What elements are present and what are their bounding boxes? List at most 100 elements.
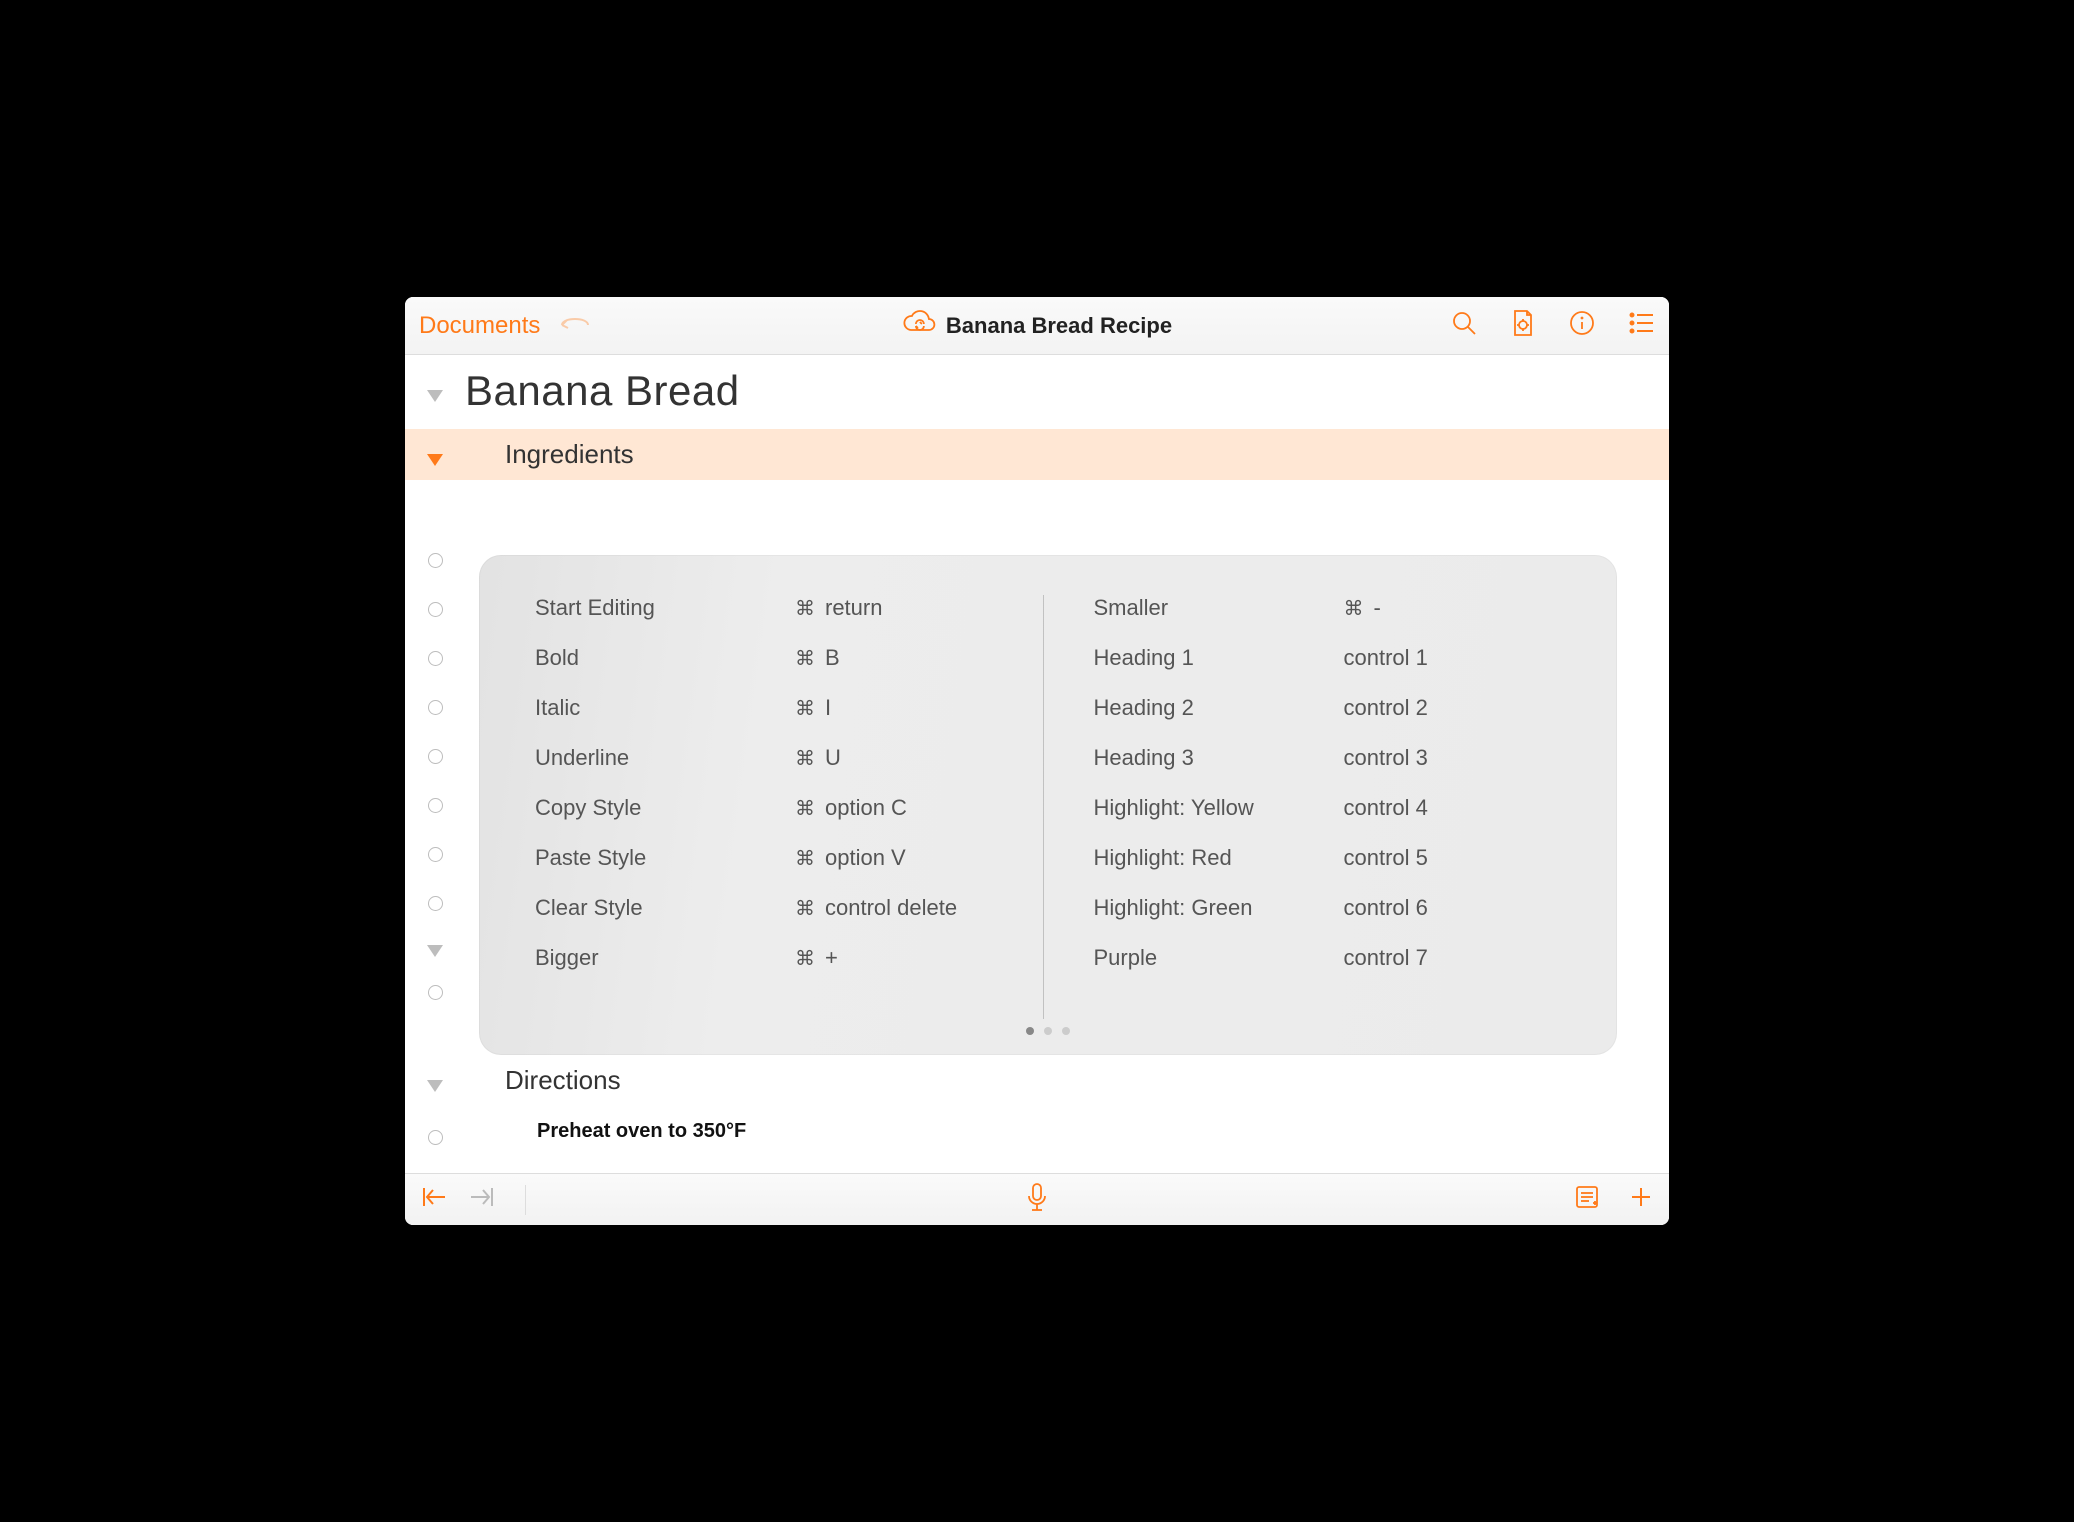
document-body: Banana Bread Ingredients Start Editing⌘r… — [405, 355, 1669, 1173]
disclosure-triangle-icon[interactable] — [405, 1070, 465, 1092]
shortcut-row: Underline⌘U — [535, 745, 1003, 771]
disclosure-triangle-icon[interactable] — [405, 444, 465, 466]
bullet-icon[interactable] — [405, 1118, 465, 1145]
shortcut-row: Highlight: Greencontrol 6 — [1094, 895, 1562, 921]
bottom-right-group — [1575, 1185, 1653, 1214]
shortcut-row: Bold⌘B — [535, 645, 1003, 671]
shortcut-key: ⌘return — [795, 595, 882, 621]
directions-heading: Directions — [465, 1065, 621, 1096]
bottom-toolbar — [405, 1173, 1669, 1225]
shortcut-row: Purplecontrol 7 — [1094, 945, 1562, 971]
shortcut-row: Bigger⌘+ — [535, 945, 1003, 971]
divider — [525, 1185, 526, 1215]
shortcut-key: ⌘U — [795, 745, 841, 771]
page-dot[interactable] — [1044, 1027, 1052, 1035]
info-icon[interactable] — [1569, 310, 1595, 341]
shortcut-label: Italic — [535, 695, 795, 721]
shortcut-label: Smaller — [1094, 595, 1344, 621]
shortcut-key: control 7 — [1344, 945, 1428, 971]
outline-gutter — [405, 553, 465, 1034]
bullet-icon[interactable] — [428, 700, 443, 715]
shortcut-row: Paste Style⌘option V — [535, 845, 1003, 871]
toolbar-right — [1451, 309, 1655, 342]
shortcut-row: Start Editing⌘return — [535, 595, 1003, 621]
toolbar-left: Documents — [419, 311, 592, 340]
document-title: Banana Bread Recipe — [946, 313, 1172, 339]
bottom-center-group — [1026, 1182, 1048, 1217]
documents-back-button[interactable]: Documents — [419, 312, 540, 340]
shortcut-row: Highlight: Yellowcontrol 4 — [1094, 795, 1562, 821]
shortcut-row: Heading 1control 1 — [1094, 645, 1562, 671]
shortcut-row: Copy Style⌘option C — [535, 795, 1003, 821]
top-toolbar: Documents Banana Bread Recipe — [405, 297, 1669, 355]
shortcut-label: Highlight: Red — [1094, 845, 1344, 871]
note-icon[interactable] — [1575, 1185, 1599, 1214]
shortcuts-left-column: Start Editing⌘return Bold⌘B Italic⌘I Und… — [535, 595, 1044, 1019]
shortcut-label: Bold — [535, 645, 795, 671]
directions-section: Directions Preheat oven to 350°F In a sm… — [405, 1059, 1669, 1173]
shortcut-key: ⌘+ — [795, 945, 838, 971]
bullet-icon[interactable] — [428, 985, 443, 1000]
shortcut-key: ⌘option V — [795, 845, 906, 871]
shortcut-key: ⌘- — [1344, 595, 1381, 621]
keyboard-shortcuts-panel: Start Editing⌘return Bold⌘B Italic⌘I Und… — [479, 555, 1617, 1055]
shortcuts-columns: Start Editing⌘return Bold⌘B Italic⌘I Und… — [535, 595, 1561, 1019]
shortcut-key: ⌘control delete — [795, 895, 957, 921]
app-window: Documents Banana Bread Recipe — [405, 297, 1669, 1225]
shortcut-key: control 4 — [1344, 795, 1428, 821]
shortcut-row: Italic⌘I — [535, 695, 1003, 721]
bullet-icon[interactable] — [428, 896, 443, 911]
outline-title-row[interactable]: Banana Bread — [405, 355, 1669, 429]
shortcut-label: Copy Style — [535, 795, 795, 821]
shortcut-row: Heading 2control 2 — [1094, 695, 1562, 721]
shortcut-label: Highlight: Yellow — [1094, 795, 1344, 821]
directions-heading-row[interactable]: Directions — [405, 1059, 1669, 1102]
outline-title: Banana Bread — [465, 367, 740, 415]
bullet-icon[interactable] — [428, 847, 443, 862]
shortcut-label: Paste Style — [535, 845, 795, 871]
page-dot[interactable] — [1062, 1027, 1070, 1035]
direction-item-row[interactable]: Preheat oven to 350°F — [405, 1112, 1669, 1151]
outline-icon[interactable] — [1629, 312, 1655, 339]
document-settings-icon[interactable] — [1511, 309, 1535, 342]
shortcut-key: control 5 — [1344, 845, 1428, 871]
indent-icon[interactable] — [469, 1186, 495, 1213]
ingredients-heading-row[interactable]: Ingredients — [405, 429, 1669, 480]
bullet-icon[interactable] — [428, 749, 443, 764]
shortcut-label: Heading 1 — [1094, 645, 1344, 671]
shortcut-key: control 6 — [1344, 895, 1428, 921]
shortcut-label: Bigger — [535, 945, 795, 971]
outdent-icon[interactable] — [421, 1186, 447, 1213]
ingredients-heading: Ingredients — [465, 439, 634, 470]
shortcut-label: Purple — [1094, 945, 1344, 971]
microphone-icon[interactable] — [1026, 1199, 1048, 1216]
shortcut-row: Highlight: Redcontrol 5 — [1094, 845, 1562, 871]
bullet-icon[interactable] — [428, 651, 443, 666]
cloud-sync-icon — [902, 310, 936, 341]
shortcut-label: Highlight: Green — [1094, 895, 1344, 921]
disclosure-triangle-icon[interactable] — [405, 380, 465, 402]
shortcut-label: Heading 2 — [1094, 695, 1344, 721]
add-icon[interactable] — [1629, 1185, 1653, 1214]
shortcuts-right-column: Smaller⌘- Heading 1control 1 Heading 2co… — [1044, 595, 1562, 1019]
shortcut-key: control 3 — [1344, 745, 1428, 771]
shortcut-row: Heading 3control 3 — [1094, 745, 1562, 771]
search-icon[interactable] — [1451, 310, 1477, 341]
disclosure-triangle-icon[interactable] — [427, 945, 443, 957]
shortcut-row: Smaller⌘- — [1094, 595, 1562, 621]
shortcut-label: Underline — [535, 745, 795, 771]
bottom-left-group — [421, 1185, 526, 1215]
shortcut-label: Start Editing — [535, 595, 795, 621]
shortcut-key: control 2 — [1344, 695, 1428, 721]
page-dot[interactable] — [1026, 1027, 1034, 1035]
bullet-icon[interactable] — [428, 553, 443, 568]
shortcut-label: Heading 3 — [1094, 745, 1344, 771]
toolbar-center: Banana Bread Recipe — [902, 310, 1172, 341]
bullet-icon[interactable] — [428, 798, 443, 813]
shortcut-key: ⌘option C — [795, 795, 907, 821]
bullet-icon[interactable] — [428, 602, 443, 617]
undo-icon[interactable] — [558, 311, 592, 340]
shortcut-row: Clear Style⌘control delete — [535, 895, 1003, 921]
page-indicator[interactable] — [535, 1019, 1561, 1035]
shortcut-key: ⌘I — [795, 695, 831, 721]
